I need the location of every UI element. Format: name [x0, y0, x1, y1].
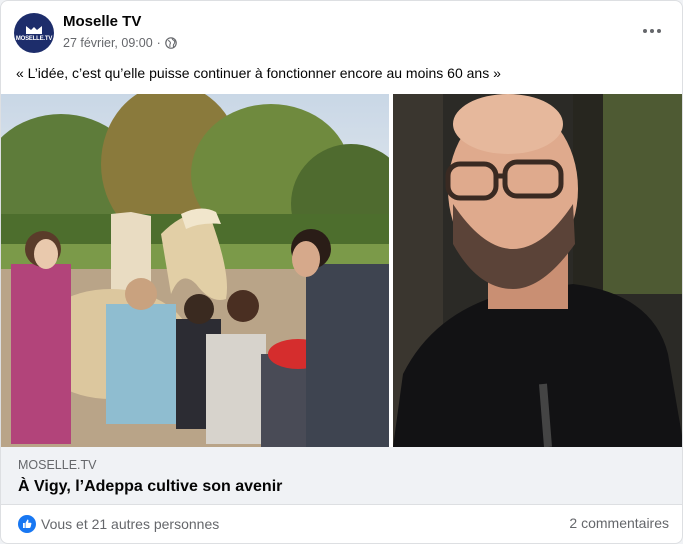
photo-children-horse — [1, 94, 389, 447]
more-options-icon — [643, 29, 661, 33]
globe-icon[interactable] — [165, 37, 177, 49]
post-meta: 27 février, 09:00 · — [63, 36, 177, 50]
post-text: « L’idée, c’est qu’elle puisse continuer… — [16, 65, 501, 81]
post-header: MOSELLE.TV Moselle TV 27 février, 09:00 … — [1, 1, 682, 59]
photo-man-portrait — [393, 94, 682, 447]
page-name-link[interactable]: Moselle TV — [63, 13, 141, 30]
photo-man-portrait-illustration — [393, 94, 682, 447]
like-icon — [18, 515, 36, 533]
reactions-summary[interactable]: Vous et 21 autres personnes — [18, 515, 219, 533]
reactions-text: Vous et 21 autres personnes — [41, 516, 220, 532]
meta-separator: · — [156, 36, 161, 50]
comments-count-link[interactable]: 2 commentaires — [569, 515, 669, 531]
link-domain: MOSELLE.TV — [18, 458, 97, 472]
link-title[interactable]: À Vigy, l’Adeppa cultive son avenir — [18, 478, 282, 496]
post-card: MOSELLE.TV Moselle TV 27 février, 09:00 … — [0, 0, 683, 544]
more-options-button[interactable] — [634, 19, 670, 43]
link-preview-image[interactable] — [1, 94, 682, 447]
post-footer: Vous et 21 autres personnes 2 commentair… — [1, 506, 682, 543]
avatar-logo-text: MOSELLE.TV — [15, 35, 53, 42]
page-avatar[interactable]: MOSELLE.TV — [14, 13, 54, 53]
photo-children-horse-illustration — [1, 94, 389, 447]
link-preview-info[interactable]: MOSELLE.TV À Vigy, l’Adeppa cultive son … — [1, 447, 682, 505]
post-timestamp[interactable]: 27 février, 09:00 — [63, 36, 153, 50]
moselle-tv-logo-icon — [26, 25, 42, 34]
